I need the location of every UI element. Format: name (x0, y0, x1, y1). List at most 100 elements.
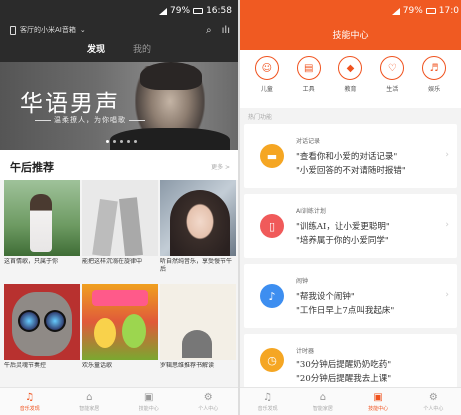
playlist-tile[interactable]: 罗辑思维推荐书解读 (160, 284, 236, 378)
cover-figure (170, 190, 230, 256)
carousel-dot (120, 140, 123, 143)
playlist-caption: 听自然纯音乐，享受慢节午后 (160, 258, 233, 273)
playlist-caption: 罗辑思维推荐书解读 (160, 362, 215, 369)
top-tabs: 发现 我的 (0, 42, 238, 58)
ai-training-icon: ▯ (260, 214, 284, 238)
chevron-right-icon: › (445, 220, 449, 230)
signal-icon (391, 7, 400, 15)
category-label: 儿童 (260, 86, 273, 93)
card-name: 闹钟 (296, 278, 309, 285)
nav-label: 智能家居 (312, 405, 333, 412)
playlist-tile[interactable]: 听自然纯音乐，享受慢节午后 (160, 180, 236, 274)
playlist-cover (82, 284, 158, 360)
card-example: "查看你和小爱的对话记录" (296, 152, 398, 162)
skill-center-screen: 79% 17:0 技能中心 ☺ 儿童 ▤ 工具 ◆ 教育 ♡ 生活 ♬ 娱乐 热… (240, 0, 461, 415)
banner-subtitle: 温柔撩人，为你唱歌 (32, 115, 148, 125)
skill-icon: ▣ (373, 391, 383, 403)
status-bar: 79% 16:58 (0, 0, 238, 20)
signal-icon (159, 7, 168, 15)
tab-mine[interactable]: 我的 (133, 42, 151, 58)
page-title: 技能中心 (332, 31, 369, 41)
skill-icon: ▣ (144, 391, 154, 403)
toolbox-icon: ▤ (296, 56, 321, 80)
tab-discover[interactable]: 发现 (87, 42, 105, 58)
playlist-tile[interactable]: 这首情歌，只属于你 (4, 180, 80, 274)
category-tools[interactable]: ▤ 工具 (296, 56, 321, 108)
category-label: 生活 (386, 86, 399, 93)
card-name: AI训练计划 (296, 208, 326, 215)
nav-music[interactable]: ♫ 音乐发现 (0, 388, 60, 415)
settings-icon: ⚙ (203, 391, 213, 403)
nav-label: 音乐发现 (257, 405, 278, 412)
nav-music[interactable]: ♫ 音乐发现 (240, 388, 295, 415)
banner-artist-suit (110, 128, 230, 150)
playlist-caption: 这首情歌，只属于你 (4, 258, 59, 265)
equalizer-icon[interactable]: ılı (222, 25, 230, 36)
card-name: 对话记录 (296, 138, 321, 145)
music-icon: ♫ (263, 391, 273, 403)
category-entertainment[interactable]: ♬ 娱乐 (422, 56, 447, 108)
cover-figure (30, 194, 52, 252)
playlist-tile[interactable]: 欢乐童话歌 (82, 284, 158, 378)
carousel-indicator (106, 140, 137, 143)
category-label: 娱乐 (428, 86, 441, 93)
nav-smart-home[interactable]: ⌂ 智能家居 (295, 388, 350, 415)
carousel-dot (113, 140, 116, 143)
playlist-tile[interactable]: 午后灵魂节奏控 (4, 284, 80, 378)
banner-carousel[interactable]: 华语男声 温柔撩人，为你唱歌 (0, 62, 238, 150)
music-discover-screen: 79% 16:58 客厅的小米AI音箱 ⌄ ⌕ ılı 发现 我的 华语男声 温… (0, 0, 238, 415)
cover-figure (92, 290, 148, 306)
playlist-cover (160, 180, 236, 256)
bell-icon: ♪ (260, 284, 284, 308)
category-child[interactable]: ☺ 儿童 (254, 56, 279, 108)
playlist-cover (4, 284, 80, 360)
settings-icon: ⚙ (428, 391, 438, 403)
skill-card-alarm[interactable]: ♪ 闹钟 "帮我设个闹钟" "工作日早上7点叫我起床" › (244, 264, 457, 328)
cover-figure (122, 314, 146, 348)
device-selector[interactable]: 客厅的小米AI音箱 ⌄ (10, 25, 86, 35)
chevron-right-icon: › (445, 150, 449, 160)
category-life[interactable]: ♡ 生活 (380, 56, 405, 108)
skill-card-ai-training[interactable]: ▯ AI训练计划 "训练AI，让小爱更聪明" "培养属于你的小爱同学" › (244, 194, 457, 258)
banner-artist-hair (140, 62, 202, 90)
card-example: "20分钟后提醒我去上课" (296, 374, 392, 384)
home-icon: ⌂ (319, 391, 327, 403)
playlist-cover (82, 180, 158, 256)
card-example: "工作日早上7点叫我起床" (296, 306, 395, 316)
category-education[interactable]: ◆ 教育 (338, 56, 363, 108)
card-example: "帮我设个闹钟" (296, 292, 355, 302)
graduation-icon: ◆ (338, 56, 363, 80)
recommend-header: 午后推荐 更多 > (0, 150, 238, 180)
chevron-down-icon: ⌄ (79, 26, 86, 34)
child-icon: ☺ (254, 56, 279, 80)
carousel-dot (106, 140, 109, 143)
nav-skills[interactable]: ▣ 技能中心 (119, 388, 179, 415)
carousel-dot (127, 140, 130, 143)
battery-text: 79% (170, 6, 191, 16)
category-label: 工具 (302, 86, 315, 93)
nav-label: 个人中心 (423, 405, 444, 412)
playlist-cover (160, 284, 236, 360)
skill-header: 79% 17:0 技能中心 (240, 0, 461, 50)
timer-icon: ◷ (260, 348, 284, 372)
nav-profile[interactable]: ⚙ 个人中心 (406, 388, 461, 415)
cover-figure (92, 199, 118, 256)
more-link[interactable]: 更多 > (211, 162, 230, 171)
chevron-right-icon: › (445, 290, 449, 300)
playlist-tile[interactable]: 能把这样沉溺在旋律中 (82, 180, 158, 274)
bottom-nav: ♫ 音乐发现 ⌂ 智能家居 ▣ 技能中心 ⚙ 个人中心 (240, 387, 461, 415)
search-icon[interactable]: ⌕ (206, 25, 212, 36)
nav-smart-home[interactable]: ⌂ 智能家居 (60, 388, 120, 415)
skill-categories: ☺ 儿童 ▤ 工具 ◆ 教育 ♡ 生活 ♬ 娱乐 (240, 50, 461, 108)
status-bar: 79% 17:0 (240, 0, 461, 20)
nav-profile[interactable]: ⚙ 个人中心 (179, 388, 239, 415)
nav-skills[interactable]: ▣ 技能中心 (351, 388, 406, 415)
nav-label: 音乐发现 (19, 405, 40, 412)
life-icon: ♡ (380, 56, 405, 80)
cover-figure (94, 318, 116, 348)
cover-figure (119, 197, 143, 256)
clock-text: 17:0 (438, 6, 459, 16)
skill-card-chat-log[interactable]: ▬ 对话记录 "查看你和小爱的对话记录" "小爱回答的不对请随时报错" › (244, 124, 457, 188)
cover-figure (44, 310, 66, 332)
skill-card-timer[interactable]: ◷ 计时器 "30分钟后提醒奶奶吃药" "20分钟后提醒我去上课" (244, 334, 457, 388)
